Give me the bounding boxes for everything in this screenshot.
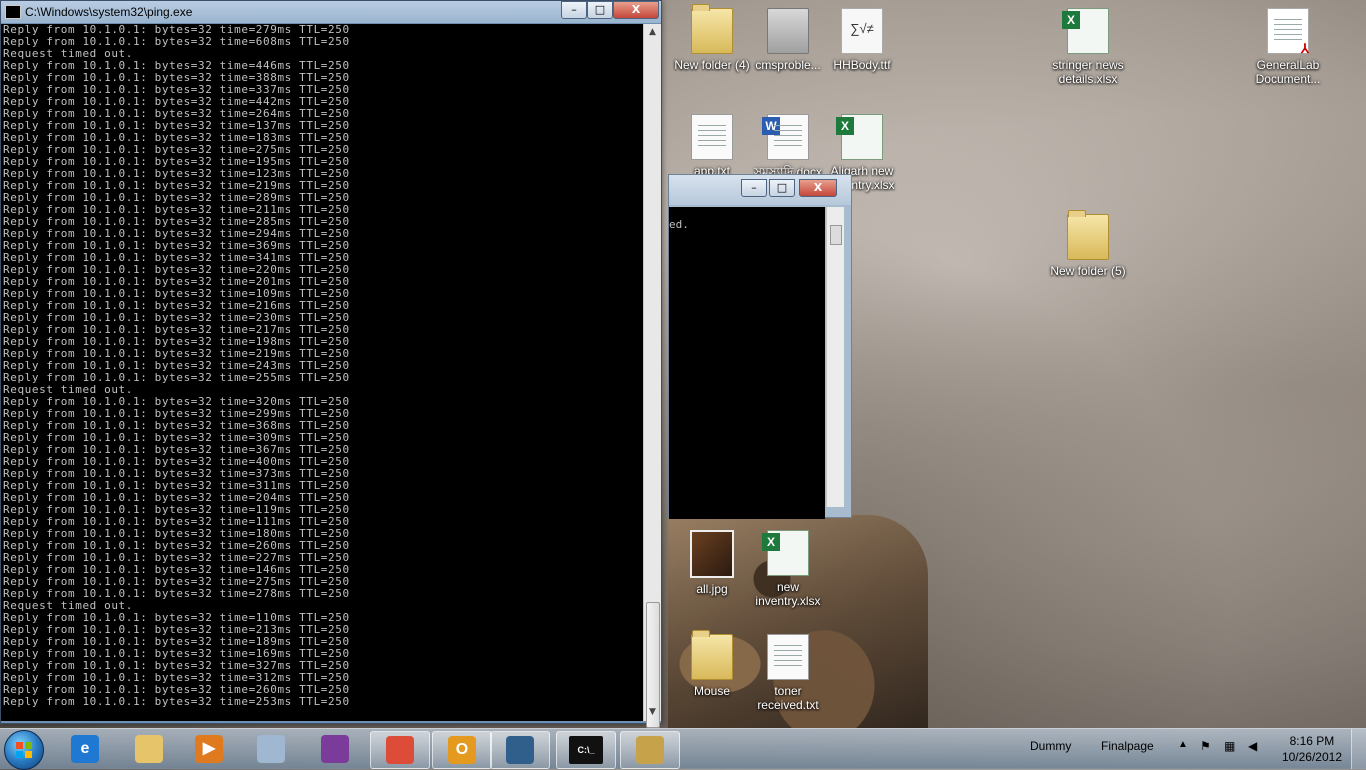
internet-explorer-icon: e [71, 735, 99, 763]
pdf-badge-icon: ⅄ [1301, 41, 1309, 56]
console-line: Reply from 10.1.0.1: bytes=32 time=253ms… [3, 695, 350, 708]
desktop-icon[interactable]: cmsproble... [746, 8, 830, 72]
desktop-icon[interactable]: Xstringer news details.xlsx [1046, 8, 1130, 86]
window-title: C:\Windows\system32\ping.exe [25, 5, 193, 19]
desktop-icon-label: GeneralLab Document... [1255, 58, 1321, 86]
desktop-icon-label: New folder (5) [1050, 264, 1126, 278]
image-file-icon [690, 530, 734, 578]
text-file-icon [767, 634, 809, 680]
folder-icon [691, 630, 733, 680]
vertical-scrollbar[interactable]: ▲ ▼ [643, 24, 661, 728]
desktop-icon-label: stringer news details.xlsx [1052, 58, 1124, 86]
window-app-icon [506, 736, 534, 764]
desktop-icon[interactable]: ∑√≠ HHBody.ttf [820, 8, 904, 72]
toolbar-finalpage[interactable]: Finalpage [1101, 739, 1154, 753]
folder-icon [1067, 210, 1109, 260]
taskbar-notepad-app[interactable] [242, 731, 300, 767]
second-close-button[interactable]: X [799, 179, 837, 197]
taskbar-outlook-app[interactable]: O [432, 731, 492, 769]
winrar-app-icon [321, 735, 349, 763]
excel-badge-icon: X [762, 533, 780, 551]
taskbar: e ▶ O C:\_ Dummy Finalpage ▲ ⚑ ▦ ◀ 8:16 PM … [0, 728, 1366, 770]
second-minimize-button[interactable]: – [741, 179, 767, 197]
font-file-icon: ∑√≠ [841, 8, 883, 54]
toolbar-dummy[interactable]: Dummy [1030, 739, 1071, 753]
console-app-icon [5, 5, 21, 19]
desktop-icon-label: all.jpg [696, 582, 728, 596]
second-console-text: ed. [669, 218, 689, 231]
console-output[interactable]: Reply from 10.1.0.1: bytes=32 time=279ms… [1, 24, 643, 721]
taskbar-paint-app[interactable] [620, 731, 680, 769]
second-window-titlebar[interactable]: – □ X [669, 175, 851, 205]
taskbar-internet-explorer[interactable]: e [56, 731, 114, 767]
word-file-icon: W [762, 114, 809, 160]
excel-badge-icon: X [1062, 11, 1080, 29]
desktop-icon[interactable]: Mouse [670, 630, 754, 698]
start-button[interactable] [4, 730, 44, 770]
taskbar-window-app[interactable] [490, 731, 550, 769]
second-vertical-scrollbar[interactable] [826, 207, 844, 507]
desktop-icon[interactable]: New folder (5) [1046, 210, 1130, 278]
desktop-icon-label: toner received.txt [757, 684, 819, 712]
second-scroll-thumb[interactable] [830, 225, 842, 245]
desktop-icon-label: new inventry.xlsx [755, 580, 821, 608]
flag-icon[interactable]: ⚑ [1200, 739, 1211, 753]
desktop-icon-label: cmsproble... [755, 58, 821, 72]
clock-date: 10/26/2012 [1281, 750, 1342, 764]
second-console-window[interactable]: – □ X ed. [668, 174, 852, 519]
outlook-app-icon: O [448, 736, 476, 764]
taskbar-winrar-app[interactable] [306, 731, 364, 767]
volume-icon[interactable]: ◀ [1248, 739, 1257, 753]
excel-file-icon: X [762, 530, 809, 576]
tray-expand-icon[interactable]: ▲ [1178, 739, 1188, 750]
desktop-icon-label: Mouse [693, 684, 731, 698]
desktop-icon[interactable]: all.jpg [670, 530, 754, 596]
paint-app-icon [636, 736, 664, 764]
taskbar-media-player[interactable]: ▶ [180, 731, 238, 767]
close-button[interactable]: X [613, 1, 659, 19]
maximize-button[interactable]: □ [587, 1, 613, 19]
file-explorer-icon [135, 735, 163, 763]
desktop-icon[interactable]: New folder (4) [670, 4, 754, 72]
desktop-icon[interactable]: app.txt [670, 114, 754, 178]
text-file-icon [691, 114, 733, 160]
command-prompt-icon: C:\_ [569, 736, 603, 764]
word-badge-icon: W [762, 117, 780, 135]
taskbar-command-prompt[interactable]: C:\_ [556, 731, 616, 769]
desktop-icon[interactable]: ⅄ GeneralLab Document... [1246, 8, 1330, 86]
desktop-icon[interactable]: Xnew inventry.xlsx [746, 530, 830, 608]
folder-icon [691, 4, 733, 54]
scroll-down-arrow-icon[interactable]: ▼ [644, 704, 661, 721]
taskbar-chrome-browser[interactable] [370, 731, 430, 769]
chrome-browser-icon [386, 736, 414, 764]
network-icon[interactable]: ▦ [1224, 739, 1235, 753]
clock[interactable]: 8:16 PM 10/26/2012 [1282, 733, 1342, 765]
excel-file-icon: X [1062, 8, 1109, 54]
media-player-icon: ▶ [195, 735, 223, 763]
second-console-output[interactable]: ed. [669, 207, 825, 519]
desktop-icon[interactable]: toner received.txt [746, 634, 830, 712]
desktop-icon-label: New folder (4) [674, 58, 750, 72]
scroll-up-arrow-icon[interactable]: ▲ [644, 24, 661, 41]
drive-icon [767, 8, 809, 54]
ping-console-window[interactable]: C:\Windows\system32\ping.exe – □ X Reply… [0, 0, 662, 728]
excel-file-icon: X [836, 114, 883, 160]
pdf-file-icon: ⅄ [1267, 8, 1309, 56]
clock-time: 8:16 PM [1289, 734, 1335, 748]
taskbar-file-explorer[interactable] [120, 731, 178, 767]
minimize-button[interactable]: – [561, 1, 587, 19]
second-maximize-button[interactable]: □ [769, 179, 795, 197]
desktop-icon-label: HHBody.ttf [833, 58, 891, 72]
show-desktop-button[interactable] [1351, 729, 1366, 769]
excel-badge-icon: X [836, 117, 854, 135]
notepad-app-icon [257, 735, 285, 763]
ping-window-titlebar[interactable]: C:\Windows\system32\ping.exe – □ X [1, 1, 661, 23]
